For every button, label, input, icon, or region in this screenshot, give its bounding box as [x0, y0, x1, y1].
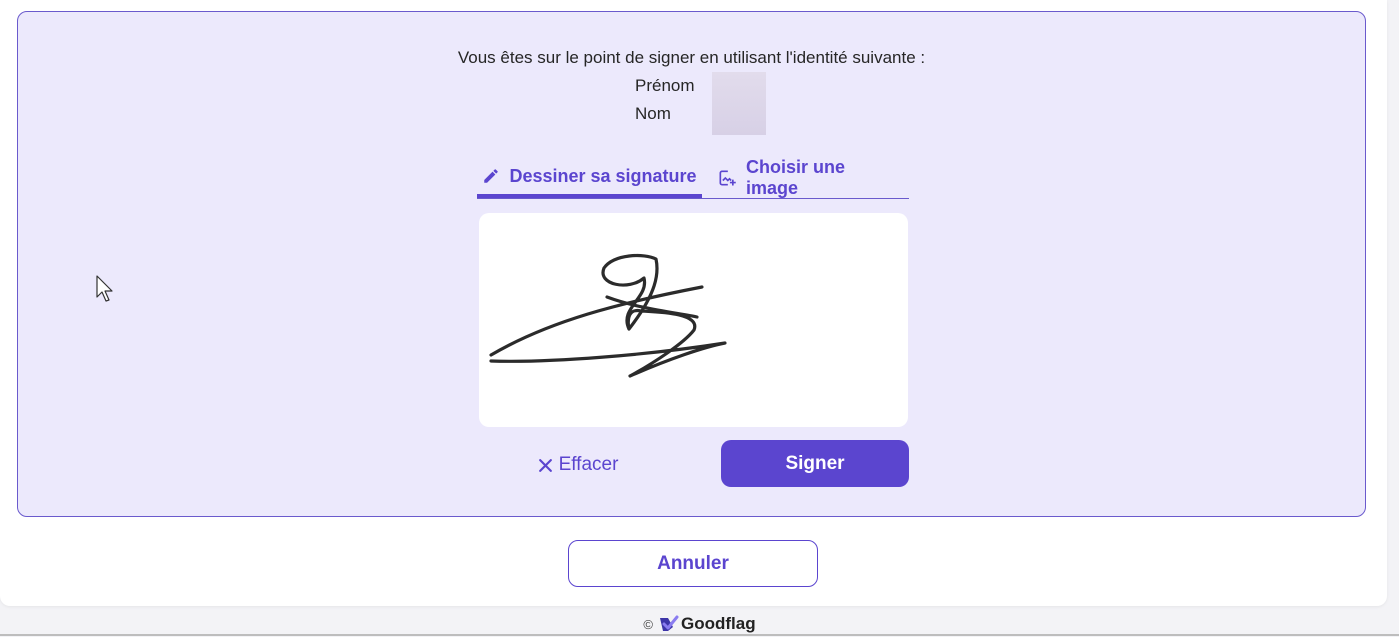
footer: © Goodflag	[0, 614, 1399, 634]
pencil-icon	[482, 167, 500, 185]
identity-values-redacted	[712, 72, 766, 135]
goodflag-logo-icon	[659, 615, 679, 633]
first-name-label: Prénom	[635, 76, 695, 95]
add-image-icon	[717, 168, 737, 188]
sign-button[interactable]: Signer	[721, 440, 909, 487]
brand: Goodflag	[659, 614, 756, 634]
signature-stroke	[489, 253, 727, 378]
signature-panel: Vous êtes sur le point de signer en util…	[17, 11, 1366, 517]
tab-image-label: Choisir une image	[746, 157, 846, 198]
tab-draw-signature[interactable]: Dessiner sa signature	[477, 158, 702, 198]
identity-intro: Vous êtes sur le point de signer en util…	[457, 48, 926, 67]
signature-canvas[interactable]	[479, 213, 908, 427]
tab-draw-label: Dessiner sa signature	[509, 165, 697, 186]
cancel-button[interactable]: Annuler	[568, 540, 818, 587]
bottom-divider	[0, 634, 1399, 636]
brand-name: Goodflag	[680, 614, 756, 633]
clear-button[interactable]: Effacer	[523, 442, 633, 488]
clear-label: Effacer	[558, 454, 619, 475]
last-name-label: Nom	[635, 104, 671, 123]
copyright-symbol: ©	[643, 616, 653, 632]
close-icon	[538, 458, 553, 473]
signature-tabs: Dessiner sa signature Choisir une image	[477, 157, 909, 199]
mouse-cursor-icon	[96, 275, 116, 308]
page-card: Vous êtes sur le point de signer en util…	[0, 0, 1387, 606]
tab-choose-image[interactable]: Choisir une image	[717, 157, 897, 198]
